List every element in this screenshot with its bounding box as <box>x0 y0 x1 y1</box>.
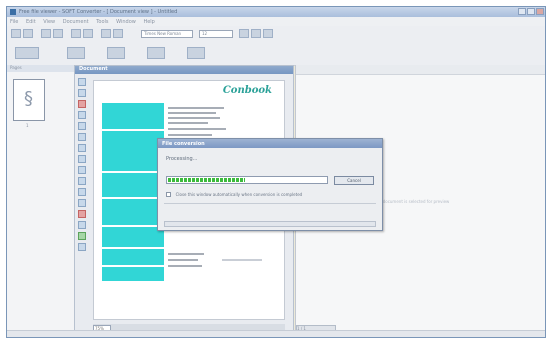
highlight-block <box>102 249 164 265</box>
save-icon[interactable] <box>41 29 51 38</box>
progress-fill <box>168 178 245 182</box>
auto-close-option: Close this window automatically when con… <box>166 192 302 198</box>
menu-bar: File Edit View Document Tools Window Hel… <box>7 17 545 26</box>
menu-help[interactable]: Help <box>143 19 154 25</box>
vertical-toolbar <box>78 78 88 268</box>
dialog-status-text: Processing... <box>166 156 198 162</box>
highlight-block <box>102 131 164 171</box>
menu-document[interactable]: Document <box>63 19 89 25</box>
preview-icon[interactable] <box>107 47 125 59</box>
conversion-progress-bar <box>166 176 328 184</box>
dialog-scrollbar[interactable] <box>164 221 376 227</box>
hand-tool-icon[interactable] <box>78 122 86 130</box>
dialog-title: File conversion <box>158 139 382 148</box>
pages-panel-header: Pages <box>7 65 74 72</box>
italic-icon[interactable] <box>251 29 261 38</box>
auto-close-checkbox[interactable] <box>166 192 171 197</box>
new-icon[interactable] <box>11 29 21 38</box>
size-combo[interactable]: 12 <box>199 30 233 38</box>
status-bar <box>7 330 545 337</box>
shape-tool-icon[interactable] <box>78 199 86 207</box>
text-line <box>168 253 204 255</box>
text-line <box>168 122 208 124</box>
underline-icon[interactable] <box>263 29 273 38</box>
erase-tool-icon[interactable] <box>78 210 86 218</box>
highlight-block <box>102 103 164 129</box>
highlight-block <box>102 227 164 247</box>
app-icon <box>10 9 16 15</box>
merge-icon[interactable] <box>187 47 205 59</box>
link-tool-icon[interactable] <box>78 188 86 196</box>
dialog-separator <box>164 203 376 204</box>
highlight-tool-icon[interactable] <box>78 100 86 108</box>
window-title: Free file viewer - SOFT Converter - [ Do… <box>19 9 178 15</box>
highlight-block <box>102 199 164 225</box>
cancel-button[interactable]: Cancel <box>334 176 374 185</box>
maximize-button[interactable] <box>527 8 535 15</box>
text-line <box>168 265 202 267</box>
export-icon[interactable] <box>67 47 85 59</box>
select-tool-icon[interactable] <box>78 133 86 141</box>
auto-close-label: Close this window automatically when con… <box>175 192 303 197</box>
conversion-toolbar <box>7 41 545 66</box>
menu-tools[interactable]: Tools <box>96 19 108 25</box>
text-line <box>168 117 220 119</box>
page-thumbnail-icon: § <box>24 88 33 109</box>
text-line <box>168 107 224 109</box>
pages-panel: Pages § 1 <box>7 65 75 335</box>
preview-empty-message: No document is selected for preview <box>376 199 450 204</box>
redo-icon[interactable] <box>83 29 93 38</box>
cut-icon[interactable] <box>101 29 111 38</box>
text-line <box>168 134 212 136</box>
text-line <box>168 128 226 130</box>
menu-file[interactable]: File <box>10 19 18 25</box>
image-tool-icon[interactable] <box>78 221 86 229</box>
highlight-block <box>102 267 164 281</box>
ocr-tool-icon[interactable] <box>78 232 86 240</box>
title-bar: Free file viewer - SOFT Converter - [ Do… <box>7 7 545 17</box>
stamp-tool-icon[interactable] <box>78 177 86 185</box>
menu-view[interactable]: View <box>43 19 55 25</box>
highlight-block <box>102 173 164 197</box>
pointer-tool-icon[interactable] <box>78 78 86 86</box>
note-tool-icon[interactable] <box>78 166 86 174</box>
page-thumbnail[interactable]: § <box>13 79 45 121</box>
rotate-tool-icon[interactable] <box>78 155 86 163</box>
zoom-tool-icon[interactable] <box>78 111 86 119</box>
menu-window[interactable]: Window <box>116 19 136 25</box>
convert-icon[interactable] <box>15 47 39 59</box>
document-panel-title: Document <box>75 66 293 74</box>
text-tool-icon[interactable] <box>78 89 86 97</box>
crop-tool-icon[interactable] <box>78 144 86 152</box>
menu-edit[interactable]: Edit <box>26 19 36 25</box>
page-thumbnail-label: 1 <box>26 123 29 128</box>
document-logo: Conbook <box>222 85 272 96</box>
text-line <box>222 259 262 261</box>
font-combo[interactable]: Times New Roman <box>141 30 193 38</box>
table-tool-icon[interactable] <box>78 243 86 251</box>
page-setup-icon[interactable] <box>147 47 165 59</box>
text-line <box>168 259 198 261</box>
preview-toolbar <box>296 65 545 75</box>
standard-toolbar: Times New Roman 12 <box>7 26 545 41</box>
print-icon[interactable] <box>53 29 63 38</box>
conversion-dialog: File conversion Processing... Cancel Clo… <box>157 138 383 231</box>
minimize-button[interactable] <box>518 8 526 15</box>
bold-icon[interactable] <box>239 29 249 38</box>
close-button[interactable] <box>536 8 544 15</box>
copy-icon[interactable] <box>113 29 123 38</box>
undo-icon[interactable] <box>71 29 81 38</box>
text-line <box>168 112 216 114</box>
open-icon[interactable] <box>23 29 33 38</box>
